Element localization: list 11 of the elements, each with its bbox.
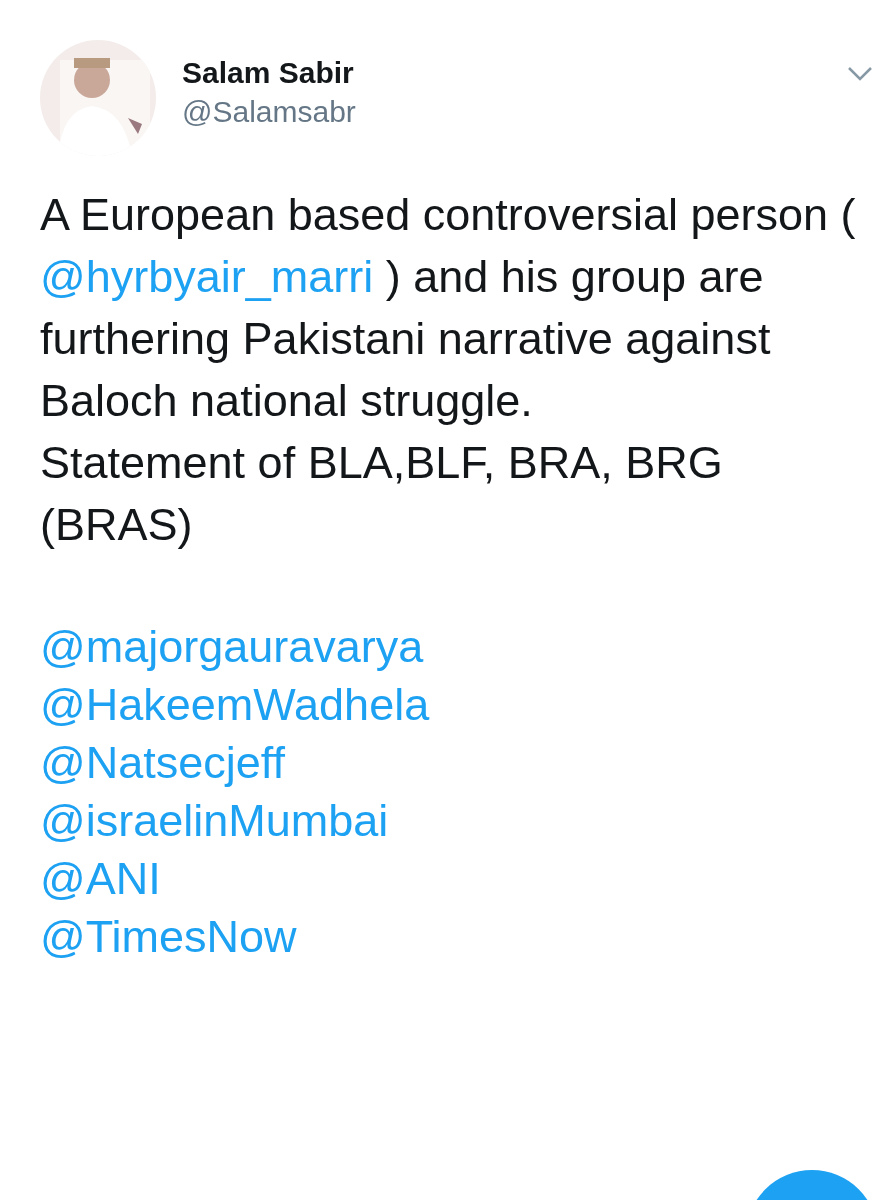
author-name[interactable]: Salam Sabir	[182, 54, 356, 92]
mention-link[interactable]: @HakeemWadhela	[40, 676, 430, 734]
mention-link[interactable]: @TimesNow	[40, 908, 297, 966]
mention-link[interactable]: @hyrbyair_marri	[40, 251, 374, 302]
chevron-down-icon[interactable]	[847, 66, 873, 82]
tweet-text: A European based controversial person ( @hyrbyair_marri ) and his group are furthering Pakistani narrative against Baloch national struggle. Statement of BLA,BLF, BRA, BRG (BRAS)	[40, 188, 857, 552]
mention-link[interactable]: @ANI	[40, 850, 161, 908]
mention-link[interactable]: @Natsecjeff	[40, 734, 285, 792]
mention-link[interactable]: @majorgauravarya	[40, 618, 424, 676]
mention-link[interactable]: @israelinMumbai	[40, 792, 389, 850]
author-handle[interactable]: @Salamsabr	[182, 92, 356, 132]
